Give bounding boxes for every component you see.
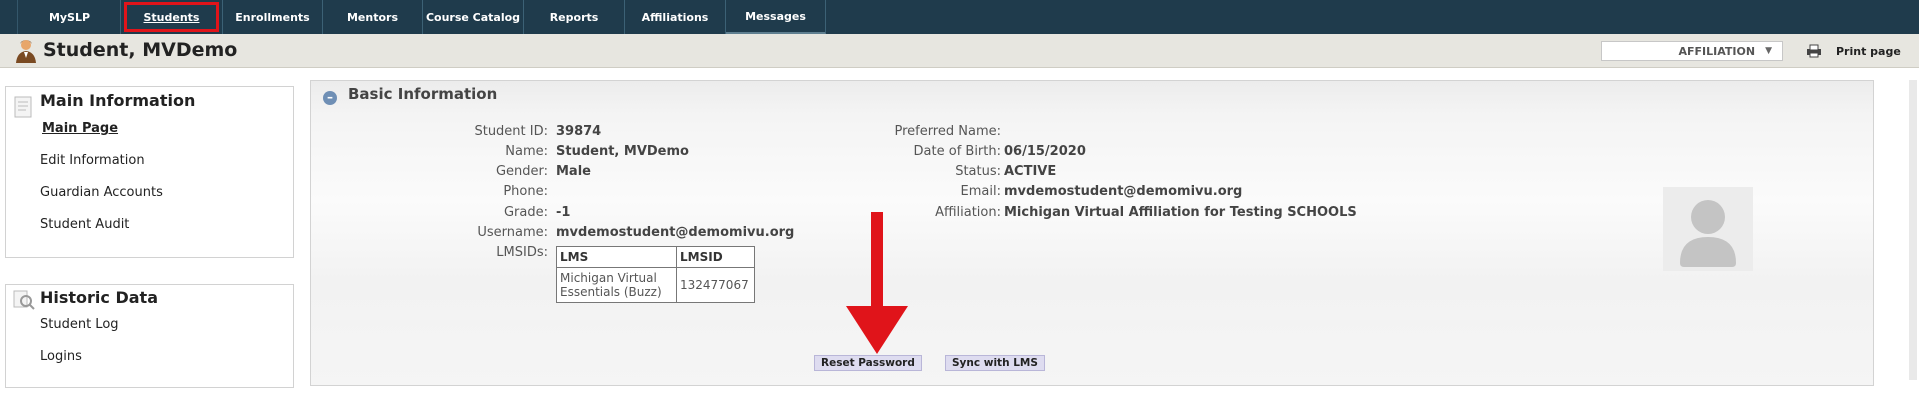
table-row: Michigan Virtual Essentials (Buzz) 13247… [556,267,755,303]
tab-label: Students [143,10,200,24]
table-header: LMSID [676,246,755,268]
field-preferred-name: Preferred Name: [871,124,1871,142]
field-label: Affiliation: [935,205,1001,220]
field-value: Student, MVDemo [556,144,689,159]
field-value: Male [556,164,591,179]
avatar-placeholder-icon [1663,187,1753,271]
field-value: 39874 [556,124,602,139]
panel-title: Basic Information [348,85,498,103]
main-information-box: Main Information Main Page Edit Informat… [5,86,294,258]
sidebar-item-student-log[interactable]: Student Log [40,317,119,332]
reset-password-button[interactable]: Reset Password [814,355,922,371]
top-nav: MySLP Students Enrollments Mentors Cours… [0,0,1919,34]
student-person-icon [16,40,36,63]
field-label: Email: [960,184,1001,199]
sidebar-item-edit-information[interactable]: Edit Information [40,153,145,168]
field-status: Status: ACTIVE [871,164,1871,182]
sidebar-item-guardian-accounts[interactable]: Guardian Accounts [40,185,163,200]
tab-myslp[interactable]: MySLP [19,0,121,34]
basic-information-panel: – Basic Information Student ID: 39874 Na… [310,80,1874,386]
table-header-row: LMS LMSID [556,246,755,268]
tab-label: Affiliations [641,10,709,24]
tab-students[interactable]: Students [121,0,223,34]
field-name: Name: Student, MVDemo [311,144,871,162]
field-gender: Gender: Male [311,164,871,182]
historic-data-box: Historic Data Student Log Logins [5,284,294,388]
table-cell: 132477067 [676,267,755,303]
tab-reports[interactable]: Reports [524,0,625,34]
field-label: Gender: [495,164,548,179]
field-grade: Grade: -1 [311,205,871,223]
collapse-icon[interactable]: – [323,91,337,105]
affiliation-select[interactable]: AFFILIATION ▼ [1601,41,1783,61]
tab-enrollments[interactable]: Enrollments [223,0,323,34]
magnifier-icon [13,290,35,310]
tab-label: Course Catalog [425,10,521,24]
field-label: Grade: [503,205,548,220]
tab-label: Reports [549,10,599,24]
field-label: Status: [955,164,1001,179]
nav-spacer [0,0,18,34]
field-username: Username: mvdemostudent@demomivu.org [311,225,871,243]
printer-icon [1807,44,1821,58]
annotation-arrow-icon [846,212,908,354]
field-value: 06/15/2020 [1004,144,1086,159]
sidebar-item-student-audit[interactable]: Student Audit [40,217,129,232]
field-value: mvdemostudent@demomivu.org [1004,184,1243,199]
field-student-id: Student ID: 39874 [311,124,871,142]
tab-messages[interactable]: Messages [726,0,826,34]
page-title: Student, MVDemo [43,39,238,61]
field-label: Phone: [503,184,548,199]
field-label: Username: [477,225,548,240]
historic-data-title: Historic Data [40,288,158,307]
field-label: Date of Birth: [913,144,1001,159]
table-header: LMS [556,246,677,268]
sync-with-lms-button[interactable]: Sync with LMS [945,355,1045,371]
field-phone: Phone: [311,184,871,202]
main-information-title: Main Information [40,91,196,110]
panel-header: – Basic Information [311,81,1873,115]
field-value: -1 [556,205,571,220]
print-page-link[interactable]: Print page [1806,43,1901,59]
field-label: Student ID: [474,124,548,139]
tab-label: Mentors [346,10,399,24]
page-header: Student, MVDemo AFFILIATION ▼ Print page [0,34,1919,68]
lms-name-line: Michigan Virtual [560,271,657,285]
chevron-down-icon: ▼ [1765,46,1772,56]
tab-mentors[interactable]: Mentors [323,0,423,34]
field-value: mvdemostudent@demomivu.org [556,225,795,240]
tab-affiliations[interactable]: Affiliations [625,0,726,34]
field-label: Name: [505,144,548,159]
field-date-of-birth: Date of Birth: 06/15/2020 [871,144,1871,162]
tab-label: Enrollments [235,10,310,24]
document-icon [14,96,32,118]
tab-label: MySLP [48,10,91,24]
lms-name-line: Essentials (Buzz) [560,285,662,299]
sidebar-item-logins[interactable]: Logins [40,349,82,364]
tab-course-catalog[interactable]: Course Catalog [423,0,524,34]
field-value: Michigan Virtual Affiliation for Testing… [1004,205,1357,220]
lms-table: LMS LMSID Michigan Virtual Essentials (B… [556,246,755,303]
tab-label: Messages [745,9,806,23]
page-scrollbar[interactable] [1909,80,1917,380]
sidebar-item-main-page[interactable]: Main Page [42,121,118,136]
affiliation-select-value: AFFILIATION [1678,44,1756,58]
field-label: LMSIDs: [496,245,548,260]
field-label: Preferred Name: [894,124,1001,139]
table-cell: Michigan Virtual Essentials (Buzz) [556,267,677,303]
field-value: ACTIVE [1004,164,1057,179]
print-page-label: Print page [1836,44,1901,58]
